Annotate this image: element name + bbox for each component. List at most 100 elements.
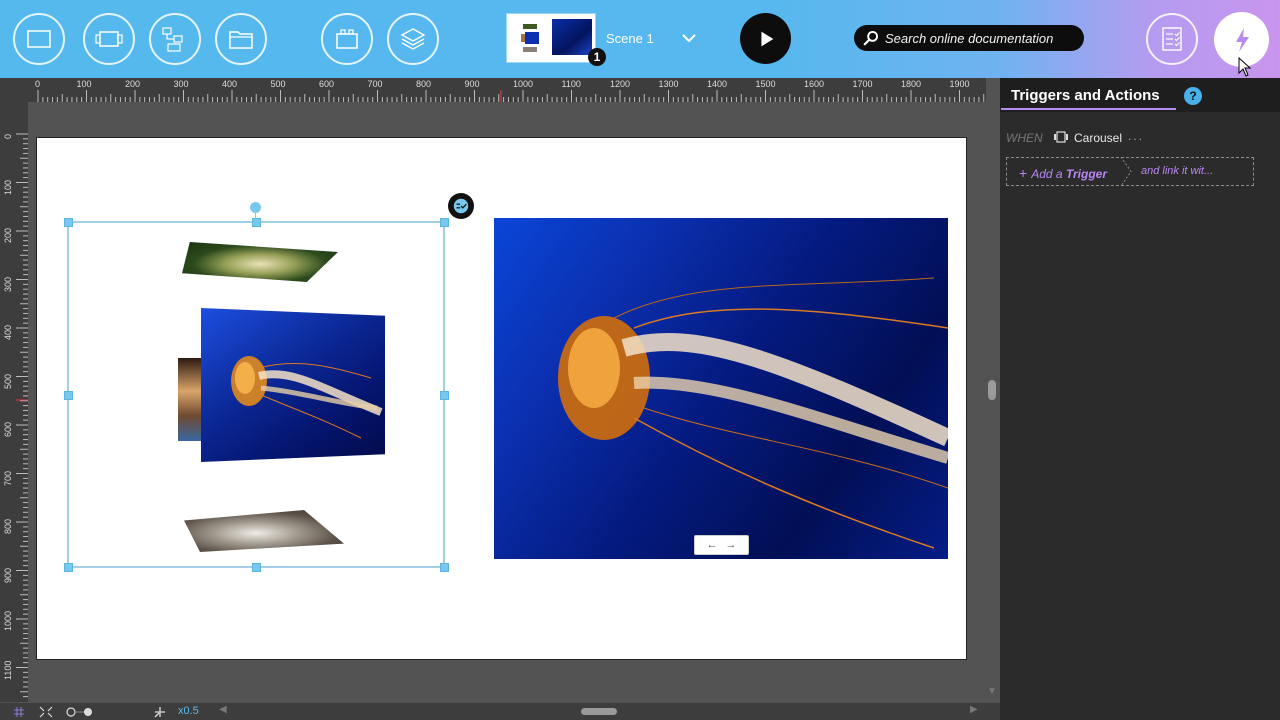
play-button[interactable]: [740, 13, 791, 64]
resize-handle-ne[interactable]: [440, 218, 449, 227]
scene-name[interactable]: Scene 1: [606, 31, 654, 46]
ruler-label-vertical: 900: [3, 567, 13, 583]
chevron-separator-icon: [1120, 157, 1132, 186]
ruler-label-vertical: 400: [3, 324, 13, 340]
layers-icon: [400, 28, 426, 50]
zoom-slider[interactable]: [66, 706, 94, 718]
add-trigger-prefix: Add a: [1031, 167, 1066, 181]
panel-title-underline: [1001, 108, 1176, 110]
grid-icon[interactable]: [13, 706, 25, 718]
rectangle-tool-button[interactable]: [13, 13, 65, 65]
ruler-label-vertical: 1000: [3, 610, 13, 631]
panel-title: Triggers and Actions: [1011, 87, 1160, 104]
add-trigger-bold: Trigger: [1065, 167, 1108, 181]
when-label: WHEN: [1006, 131, 1043, 145]
ruler-label: 300: [173, 79, 189, 89]
ruler-label: 1500: [755, 79, 776, 89]
ruler-label: 600: [319, 79, 335, 89]
ruler-label: 1400: [707, 79, 728, 89]
search-input[interactable]: Search online documentation: [854, 25, 1084, 51]
resize-handle-se[interactable]: [440, 563, 449, 572]
scene-count-badge: 1: [588, 48, 606, 66]
widget-icon: [95, 31, 123, 47]
scene-thumbnail-carousel: [521, 24, 539, 52]
scroll-left-arrow-icon[interactable]: ◀: [219, 704, 227, 715]
status-bar: x0.5 ◀ ▶: [0, 703, 1000, 720]
zoom-in-icon[interactable]: [153, 705, 167, 719]
lightning-icon: [1235, 27, 1249, 52]
ruler-label: 100: [76, 79, 92, 89]
vertical-ruler: 0 100 200 300 400 500 600 700 800 900 1000 1100: [0, 102, 28, 702]
link-action-button[interactable]: and link it wit...: [1141, 165, 1213, 177]
scene-thumbnail[interactable]: [506, 13, 596, 63]
carousel-navigation[interactable]: ← →: [694, 535, 749, 555]
ruler-ticks: [37, 90, 985, 102]
scroll-right-arrow-icon[interactable]: ▶: [970, 704, 978, 715]
ruler-label-vertical: 0: [3, 133, 13, 139]
resize-handle-s[interactable]: [252, 563, 261, 572]
ruler-label-vertical: 600: [3, 421, 13, 437]
zoom-level: x0.5: [178, 705, 199, 717]
jellyfish-image[interactable]: [494, 218, 948, 559]
ruler-label: 1200: [610, 79, 631, 89]
ruler-label: 1800: [901, 79, 922, 89]
ruler-label: 800: [416, 79, 432, 89]
when-target[interactable]: Carousel: [1074, 131, 1122, 145]
ruler-label: 200: [125, 79, 141, 89]
resize-handle-n[interactable]: [252, 218, 261, 227]
arrow-left-icon[interactable]: ←: [707, 539, 718, 551]
ruler-label-vertical: 100: [3, 179, 13, 195]
fit-screen-icon[interactable]: [39, 706, 53, 718]
ruler-label-vertical: 500: [3, 373, 13, 389]
component-icon: [336, 29, 358, 49]
help-icon[interactable]: ?: [1184, 87, 1202, 105]
arrow-right-icon[interactable]: →: [726, 539, 737, 551]
trigger-row: + Add a Trigger and link it wit...: [1006, 157, 1254, 186]
connector-tool-button[interactable]: [149, 13, 201, 65]
ruler-label: 1000: [513, 79, 534, 89]
horizontal-ruler: 0 100 200 300 400 500 600 700 800 900 1000 1100 1200…: [0, 78, 986, 102]
ruler-label: 1700: [852, 79, 873, 89]
component-tool-button[interactable]: [321, 13, 373, 65]
search-icon: [863, 30, 879, 46]
resize-handle-sw[interactable]: [64, 563, 73, 572]
horizontal-scrollbar[interactable]: [581, 708, 617, 715]
scroll-down-arrow-icon[interactable]: ▼: [987, 686, 997, 697]
chevron-down-icon[interactable]: [679, 28, 699, 48]
ruler-label: 0: [35, 79, 41, 89]
ruler-label: 1100: [561, 79, 581, 89]
search-placeholder: Search online documentation: [885, 30, 1054, 46]
more-options-icon[interactable]: ...: [1128, 129, 1144, 143]
panel-header: Triggers and Actions ?: [1000, 78, 1280, 112]
add-trigger-button[interactable]: + Add a Trigger: [1019, 165, 1107, 181]
resize-handle-e[interactable]: [440, 391, 449, 400]
resize-handle-w[interactable]: [64, 391, 73, 400]
ruler-label: 1900: [949, 79, 970, 89]
triggers-actions-panel: Triggers and Actions ? WHEN Carousel ...…: [1000, 78, 1280, 720]
vertical-scrollbar[interactable]: [988, 380, 996, 400]
resize-handle-nw[interactable]: [64, 218, 73, 227]
rotation-handle-stem: [255, 212, 256, 222]
checklist-button[interactable]: [1146, 13, 1198, 65]
carousel-selection-box[interactable]: [67, 221, 445, 568]
ruler-label: 700: [367, 79, 383, 89]
widget-tool-button[interactable]: [83, 13, 135, 65]
scene-thumbnail-image: [551, 18, 593, 56]
ruler-label-vertical: 1100: [3, 660, 13, 680]
folder-tool-button[interactable]: [215, 13, 267, 65]
ruler-label-vertical: 300: [3, 276, 13, 292]
rectangle-icon: [27, 30, 51, 48]
diagram-icon: [162, 27, 183, 52]
folder-icon: [229, 31, 253, 49]
rotation-handle[interactable]: [250, 202, 261, 213]
carousel-icon: [1054, 131, 1068, 143]
mouse-cursor-icon: [1238, 57, 1252, 77]
interaction-badge-icon[interactable]: [448, 193, 474, 219]
play-icon: [760, 31, 773, 46]
top-toolbar: 1 Scene 1 Search online documentation: [0, 0, 1280, 78]
ruler-label-vertical: 800: [3, 518, 13, 534]
ruler-label: 1600: [804, 79, 825, 89]
checklist-icon: [1162, 27, 1182, 51]
layers-tool-button[interactable]: [387, 13, 439, 65]
plus-icon: +: [1019, 165, 1028, 181]
